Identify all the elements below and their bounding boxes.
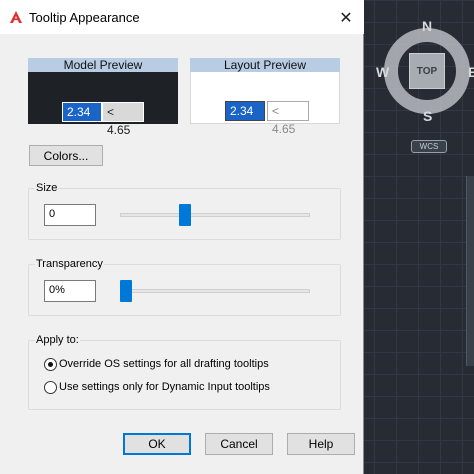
wcs-menu[interactable]: WCS	[411, 140, 447, 153]
radio-override-os-label: Override OS settings for all drafting to…	[59, 358, 269, 370]
layout-preview-header: Layout Preview	[190, 58, 340, 72]
ok-button[interactable]: OK	[123, 433, 191, 455]
layout-preview-angle: < 4.65	[267, 101, 309, 136]
radio-dynamic-input-label: Use settings only for Dynamic Input tool…	[59, 381, 270, 393]
compass-south[interactable]: S	[423, 108, 432, 124]
model-preview: Model Preview 2.34 < 4.65	[28, 58, 178, 137]
transparency-label: Transparency	[35, 258, 104, 270]
transparency-slider-thumb[interactable]	[120, 280, 132, 302]
size-slider-track[interactable]	[120, 213, 310, 217]
layout-preview-value: 2.34	[225, 101, 265, 121]
compass-north[interactable]: N	[422, 18, 432, 34]
viewcube[interactable]: TOP N S W E	[372, 14, 474, 134]
navigation-bar[interactable]	[466, 176, 474, 366]
tooltip-appearance-dialog: Tooltip Appearance ✕ Model Preview 2.34 …	[0, 0, 364, 474]
close-icon[interactable]: ✕	[336, 8, 356, 28]
model-preview-body: 2.34 < 4.65	[28, 72, 178, 137]
size-label: Size	[35, 182, 59, 194]
model-preview-value: 2.34	[62, 102, 102, 122]
apply-to-group	[28, 340, 341, 410]
compass-east[interactable]: E	[468, 64, 474, 80]
radio-button[interactable]	[44, 357, 57, 371]
colors-button[interactable]: Colors...	[29, 145, 103, 166]
radio-dynamic-input-only[interactable]: Use settings only for Dynamic Input tool…	[44, 379, 270, 395]
layout-preview-body: 2.34 < 4.65	[190, 72, 340, 136]
apply-to-label: Apply to:	[35, 334, 80, 346]
radio-button[interactable]	[44, 380, 57, 394]
viewcube-top-face[interactable]: TOP	[409, 53, 445, 89]
title-bar: Tooltip Appearance ✕	[0, 0, 364, 34]
dialog-title: Tooltip Appearance	[29, 10, 140, 25]
transparency-input[interactable]: 0%	[44, 280, 96, 302]
autocad-logo-icon	[10, 11, 22, 23]
help-button[interactable]: Help	[287, 433, 355, 455]
size-input[interactable]: 0	[44, 204, 96, 226]
cancel-button[interactable]: Cancel	[205, 433, 273, 455]
model-preview-header: Model Preview	[28, 58, 178, 72]
layout-preview: Layout Preview 2.34 < 4.65	[190, 58, 340, 136]
compass-west[interactable]: W	[376, 64, 389, 80]
transparency-slider-track[interactable]	[120, 289, 310, 293]
size-slider-thumb[interactable]	[178, 204, 191, 226]
radio-override-os[interactable]: Override OS settings for all drafting to…	[44, 356, 269, 372]
model-preview-angle: < 4.65	[102, 102, 144, 137]
